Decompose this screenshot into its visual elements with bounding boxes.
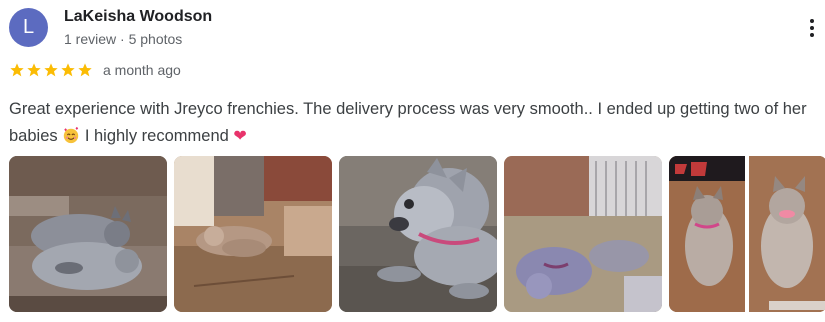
more-vert-icon-dot [810,33,814,37]
review-photo-2[interactable] [174,156,332,312]
heart-emoji: ❤ [233,128,247,145]
star-icon [10,63,24,77]
photo-collage-two-dogs [669,156,825,312]
review-date: a month ago [103,62,181,78]
review-photo-3[interactable] [339,156,497,312]
reviewer-meta: 1 review · 5 photos [64,31,183,47]
reviewer-name[interactable]: LaKeisha Woodson [64,8,212,26]
more-vert-icon-dot [810,26,814,30]
photo-dogs-on-couch [9,156,167,312]
review-card: L LaKeisha Woodson 1 review · 5 photos a… [0,0,825,322]
photo-dog-with-collar [339,156,497,312]
star-rating [9,62,93,78]
photo-dogs-near-crate [504,156,662,312]
review-photo-1[interactable] [9,156,167,312]
review-text-part2: I highly recommend [84,127,229,145]
star-icon [44,63,58,77]
avatar[interactable]: L [9,8,48,47]
photo-puppies-on-floor [174,156,332,312]
star-icon [61,63,75,77]
star-icon [78,63,92,77]
review-photo-5[interactable] [669,156,825,312]
photo-row [9,156,825,312]
more-options-button[interactable] [800,14,824,42]
avatar-initial: L [22,16,35,38]
rating-row: a month ago [9,62,181,78]
smiling-face-with-hearts-emoji [64,126,79,144]
star-icon [27,63,41,77]
review-photo-4[interactable] [504,156,662,312]
more-vert-icon [810,19,814,23]
review-text: Great experience with Jreyco frenchies. … [9,96,821,150]
